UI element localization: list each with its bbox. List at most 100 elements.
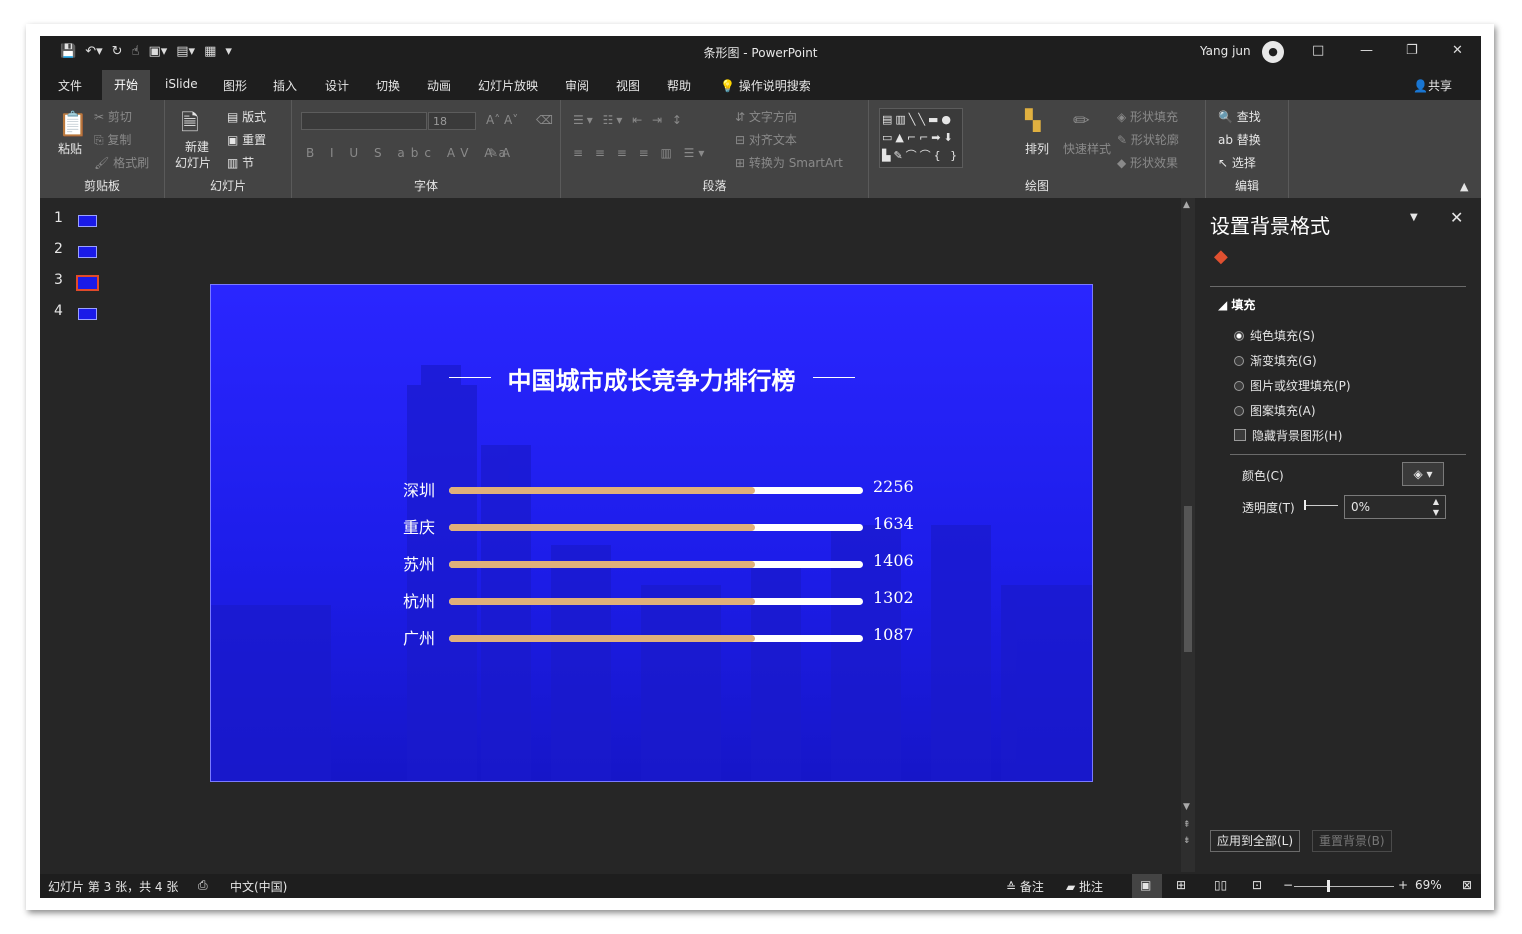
bar-track[interactable] <box>449 635 863 642</box>
tab-islide[interactable]: iSlide <box>165 77 198 91</box>
tab-review[interactable]: 审阅 <box>565 77 589 94</box>
fit-slide-icon[interactable]: ⊠ <box>1462 878 1472 892</box>
minimize-icon[interactable]: — <box>1360 43 1373 58</box>
select-button[interactable]: ↖ 选择 <box>1218 154 1256 171</box>
pane-close-icon[interactable]: ✕ <box>1450 208 1463 227</box>
zoom-in-icon[interactable]: + <box>1398 878 1408 892</box>
fill-section-header[interactable]: ◢ 填充 <box>1218 296 1255 313</box>
new-slide-button[interactable]: 新建 <box>185 138 209 155</box>
user-avatar[interactable]: ● <box>1262 41 1284 63</box>
shapes-gallery[interactable]: ▤▥╲╲▬● ▭▲⌐⌐➡⬇ ▙✎⌒⌒{ } <box>879 108 964 168</box>
tab-file[interactable]: 文件 <box>58 77 82 94</box>
align-buttons[interactable]: ≡ ≡ ≡ ≡ ▥ ☰▾ <box>573 146 708 160</box>
tell-me-search[interactable]: 💡 操作说明搜索 <box>720 77 811 94</box>
tab-home[interactable]: 开始 <box>102 70 151 100</box>
slide-counter[interactable]: 幻灯片 第 3 张，共 4 张 <box>48 878 178 895</box>
zoom-slider-handle[interactable] <box>1327 880 1330 892</box>
slide-thumbnail-4[interactable] <box>78 308 97 320</box>
smartart-button[interactable]: ⊞ 转换为 SmartArt <box>735 154 843 171</box>
clear-format-icon[interactable]: ⌫ <box>536 113 553 127</box>
spell-check-icon[interactable]: ⎙ <box>198 878 208 893</box>
font-color-icon[interactable]: ✎ A <box>488 146 510 160</box>
list-buttons[interactable]: ☰▾ ☷▾ ⇤ ⇥ ↕ <box>573 113 685 127</box>
bar-track[interactable] <box>449 561 863 568</box>
text-direction-button[interactable]: ⇵ 文字方向 <box>735 108 797 125</box>
tab-transitions[interactable]: 切换 <box>376 77 400 94</box>
pane-options-icon[interactable]: ▼ <box>1410 212 1418 223</box>
reset-background-button[interactable]: 重置背景(B) <box>1312 830 1392 852</box>
tab-slideshow[interactable]: 幻灯片放映 <box>478 77 538 94</box>
slide-thumbnail-1[interactable] <box>78 215 97 227</box>
quick-styles-button[interactable]: 快速样式 <box>1063 140 1111 157</box>
scroll-up-icon[interactable]: ▲ <box>1183 200 1190 210</box>
font-size-input[interactable]: 18 <box>428 112 476 130</box>
fill-bucket-icon[interactable]: ◆ <box>1214 246 1228 267</box>
tab-view[interactable]: 视图 <box>616 77 640 94</box>
slideshow-view-icon[interactable]: ⊡ <box>1252 878 1262 892</box>
transparency-slider-handle[interactable] <box>1304 500 1306 510</box>
arrange-icon[interactable]: ▚ <box>1025 108 1040 132</box>
apply-to-all-button[interactable]: 应用到全部(L) <box>1210 830 1301 852</box>
cut-button[interactable]: ✂ 剪切 <box>94 108 132 125</box>
paste-icon[interactable]: 📋 <box>58 110 88 138</box>
vertical-scrollbar[interactable]: ▲ ▼ ⇞ ⇟ <box>1181 198 1195 872</box>
tab-design[interactable]: 设计 <box>325 77 349 94</box>
collapse-ribbon-icon[interactable]: ▲ <box>1460 180 1468 193</box>
shape-fill-button[interactable]: ◈ 形状填充 <box>1117 108 1178 125</box>
quick-styles-icon[interactable]: ✏ <box>1073 108 1090 132</box>
new-slide-dropdown[interactable]: 幻灯片 <box>175 154 211 171</box>
arrange-button[interactable]: 排列 <box>1025 140 1049 157</box>
notes-button[interactable]: ≙ 备注 <box>1006 878 1044 895</box>
gradient-fill-radio[interactable]: 渐变填充(G) <box>1234 352 1317 369</box>
slide-sorter-icon[interactable]: ⊞ <box>1176 878 1186 892</box>
section-button[interactable]: ▥ 节 <box>227 154 254 171</box>
scroll-down-icon[interactable]: ▼ <box>1183 802 1190 812</box>
zoom-level[interactable]: 69% <box>1415 878 1442 892</box>
align-text-button[interactable]: ⊟ 对齐文本 <box>735 131 797 148</box>
normal-view-icon[interactable]: ▣ <box>1140 878 1151 892</box>
solid-fill-radio[interactable]: 纯色填充(S) <box>1234 327 1315 344</box>
layout-button[interactable]: ▤ 版式 <box>227 108 266 125</box>
picture-fill-radio[interactable]: 图片或纹理填充(P) <box>1234 377 1351 394</box>
paste-button[interactable]: 粘贴 <box>58 140 82 157</box>
bar-track[interactable] <box>449 598 863 605</box>
tab-help[interactable]: 帮助 <box>667 77 691 94</box>
slide-thumbnail-2[interactable] <box>78 246 97 258</box>
font-name-input[interactable] <box>301 112 427 130</box>
language-indicator[interactable]: 中文(中国) <box>230 878 287 895</box>
hide-background-checkbox[interactable]: 隐藏背景图形(H) <box>1234 427 1342 444</box>
pattern-fill-radio[interactable]: 图案填充(A) <box>1234 402 1316 419</box>
close-icon[interactable]: ✕ <box>1452 43 1463 58</box>
zoom-out-icon[interactable]: − <box>1283 878 1293 892</box>
previous-slide-icon[interactable]: ⇞ <box>1183 820 1191 830</box>
font-grow-shrink-icon[interactable]: A˄ A˅ <box>486 113 518 127</box>
format-painter-button[interactable]: 🖌 格式刷 <box>94 154 149 171</box>
slide-thumbnail-3[interactable] <box>76 275 99 291</box>
current-slide[interactable]: 中国城市成长竞争力排行榜 深圳 2256 重庆 1634 苏州 1406 杭州 1302 广州 1… <box>210 284 1093 782</box>
scrollbar-thumb[interactable] <box>1184 506 1192 652</box>
font-style-buttons[interactable]: B I U S abc AV Aa <box>306 146 512 160</box>
slide-title[interactable]: 中国城市成长竞争力排行榜 <box>211 361 1092 396</box>
zoom-slider[interactable] <box>1294 886 1394 887</box>
shape-outline-button[interactable]: ✎ 形状轮廓 <box>1117 131 1179 148</box>
bar-track[interactable] <box>449 487 863 494</box>
restore-icon[interactable]: ❐ <box>1406 43 1418 58</box>
share-button[interactable]: 👤共享 <box>1413 77 1452 94</box>
ribbon-display-options-icon[interactable]: □ <box>1312 43 1324 58</box>
replace-button[interactable]: ab 替换 <box>1218 131 1261 148</box>
copy-button[interactable]: ⎘ 复制 <box>94 131 131 148</box>
transparency-input[interactable]: 0% ▲ ▼ <box>1344 495 1446 519</box>
transparency-slider[interactable] <box>1304 505 1338 506</box>
find-button[interactable]: 🔍 查找 <box>1218 108 1261 125</box>
shape-effects-button[interactable]: ◆ 形状效果 <box>1117 154 1178 171</box>
tab-insert[interactable]: 插入 <box>273 77 297 94</box>
spinner-icon[interactable]: ▲ ▼ <box>1433 496 1439 518</box>
comments-button[interactable]: ▰ 批注 <box>1066 878 1103 895</box>
color-picker-button[interactable]: ◈ ▾ <box>1402 462 1444 486</box>
tab-animations[interactable]: 动画 <box>427 77 451 94</box>
next-slide-icon[interactable]: ⇟ <box>1183 836 1191 846</box>
reading-view-icon[interactable]: ▯▯ <box>1214 878 1227 892</box>
tab-shapes[interactable]: 图形 <box>223 77 247 94</box>
bar-track[interactable] <box>449 524 863 531</box>
user-name[interactable]: Yang jun <box>1200 44 1251 58</box>
